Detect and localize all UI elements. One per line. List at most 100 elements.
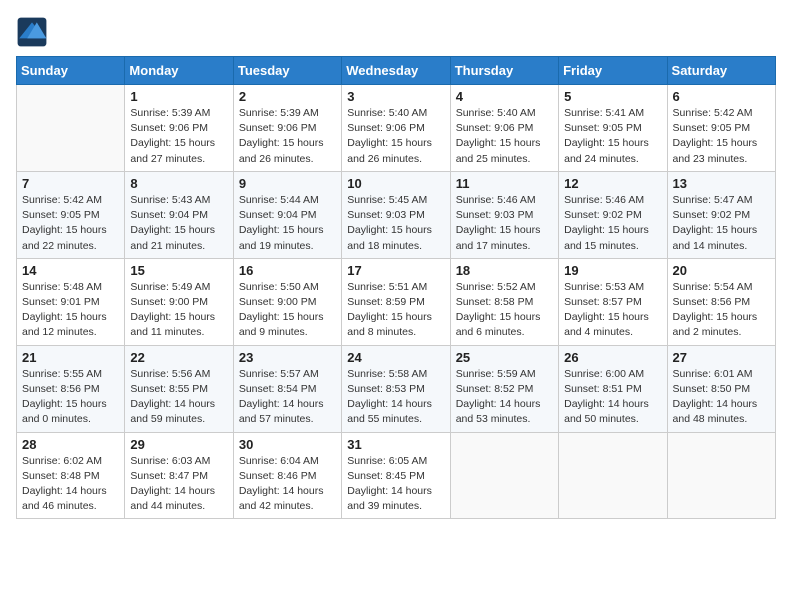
cell-info: Sunrise: 6:01 AM Sunset: 8:50 PM Dayligh… — [673, 367, 770, 428]
header-sunday: Sunday — [17, 57, 125, 85]
cell-info: Sunrise: 5:52 AM Sunset: 8:58 PM Dayligh… — [456, 280, 553, 341]
calendar-week-3: 14 Sunrise: 5:48 AM Sunset: 9:01 PM Dayli… — [17, 258, 776, 345]
header-saturday: Saturday — [667, 57, 775, 85]
day-number: 24 — [347, 350, 444, 365]
calendar-cell — [667, 432, 775, 519]
day-number: 26 — [564, 350, 661, 365]
cell-info: Sunrise: 5:53 AM Sunset: 8:57 PM Dayligh… — [564, 280, 661, 341]
calendar-cell: 1 Sunrise: 5:39 AM Sunset: 9:06 PM Daylig… — [125, 85, 233, 172]
cell-info: Sunrise: 5:43 AM Sunset: 9:04 PM Dayligh… — [130, 193, 227, 254]
cell-info: Sunrise: 5:41 AM Sunset: 9:05 PM Dayligh… — [564, 106, 661, 167]
cell-info: Sunrise: 5:54 AM Sunset: 8:56 PM Dayligh… — [673, 280, 770, 341]
calendar-cell: 18 Sunrise: 5:52 AM Sunset: 8:58 PM Dayli… — [450, 258, 558, 345]
cell-info: Sunrise: 5:51 AM Sunset: 8:59 PM Dayligh… — [347, 280, 444, 341]
calendar-cell — [450, 432, 558, 519]
logo — [16, 16, 52, 48]
calendar-cell: 25 Sunrise: 5:59 AM Sunset: 8:52 PM Dayli… — [450, 345, 558, 432]
calendar-cell: 7 Sunrise: 5:42 AM Sunset: 9:05 PM Daylig… — [17, 171, 125, 258]
cell-info: Sunrise: 5:58 AM Sunset: 8:53 PM Dayligh… — [347, 367, 444, 428]
calendar-cell: 31 Sunrise: 6:05 AM Sunset: 8:45 PM Dayli… — [342, 432, 450, 519]
day-number: 31 — [347, 437, 444, 452]
day-number: 17 — [347, 263, 444, 278]
cell-info: Sunrise: 6:05 AM Sunset: 8:45 PM Dayligh… — [347, 454, 444, 515]
calendar-cell: 4 Sunrise: 5:40 AM Sunset: 9:06 PM Daylig… — [450, 85, 558, 172]
day-number: 3 — [347, 89, 444, 104]
cell-info: Sunrise: 5:46 AM Sunset: 9:02 PM Dayligh… — [564, 193, 661, 254]
calendar-cell: 21 Sunrise: 5:55 AM Sunset: 8:56 PM Dayli… — [17, 345, 125, 432]
cell-info: Sunrise: 5:46 AM Sunset: 9:03 PM Dayligh… — [456, 193, 553, 254]
day-number: 4 — [456, 89, 553, 104]
cell-info: Sunrise: 5:49 AM Sunset: 9:00 PM Dayligh… — [130, 280, 227, 341]
cell-info: Sunrise: 6:02 AM Sunset: 8:48 PM Dayligh… — [22, 454, 119, 515]
day-number: 21 — [22, 350, 119, 365]
calendar-cell: 28 Sunrise: 6:02 AM Sunset: 8:48 PM Dayli… — [17, 432, 125, 519]
day-number: 22 — [130, 350, 227, 365]
cell-info: Sunrise: 5:50 AM Sunset: 9:00 PM Dayligh… — [239, 280, 336, 341]
day-number: 18 — [456, 263, 553, 278]
day-number: 2 — [239, 89, 336, 104]
day-number: 30 — [239, 437, 336, 452]
calendar-cell: 6 Sunrise: 5:42 AM Sunset: 9:05 PM Daylig… — [667, 85, 775, 172]
cell-info: Sunrise: 5:48 AM Sunset: 9:01 PM Dayligh… — [22, 280, 119, 341]
cell-info: Sunrise: 5:40 AM Sunset: 9:06 PM Dayligh… — [347, 106, 444, 167]
logo-icon — [16, 16, 48, 48]
day-number: 11 — [456, 176, 553, 191]
calendar-cell: 19 Sunrise: 5:53 AM Sunset: 8:57 PM Dayli… — [559, 258, 667, 345]
calendar-cell: 16 Sunrise: 5:50 AM Sunset: 9:00 PM Dayli… — [233, 258, 341, 345]
calendar-cell: 23 Sunrise: 5:57 AM Sunset: 8:54 PM Dayli… — [233, 345, 341, 432]
cell-info: Sunrise: 5:40 AM Sunset: 9:06 PM Dayligh… — [456, 106, 553, 167]
calendar-week-5: 28 Sunrise: 6:02 AM Sunset: 8:48 PM Dayli… — [17, 432, 776, 519]
calendar-cell — [17, 85, 125, 172]
cell-info: Sunrise: 5:39 AM Sunset: 9:06 PM Dayligh… — [130, 106, 227, 167]
day-number: 8 — [130, 176, 227, 191]
calendar-header-row: SundayMondayTuesdayWednesdayThursdayFrid… — [17, 57, 776, 85]
calendar-cell: 22Sunrise: 5:56 AM Sunset: 8:55 PM Dayli… — [125, 345, 233, 432]
header-monday: Monday — [125, 57, 233, 85]
day-number: 29 — [130, 437, 227, 452]
calendar-cell — [559, 432, 667, 519]
cell-info: Sunrise: 6:00 AM Sunset: 8:51 PM Dayligh… — [564, 367, 661, 428]
cell-info: Sunrise: 5:47 AM Sunset: 9:02 PM Dayligh… — [673, 193, 770, 254]
day-number: 23 — [239, 350, 336, 365]
day-number: 28 — [22, 437, 119, 452]
cell-info: Sunrise: 5:59 AM Sunset: 8:52 PM Dayligh… — [456, 367, 553, 428]
cell-info: Sunrise: 6:03 AM Sunset: 8:47 PM Dayligh… — [130, 454, 227, 515]
day-number: 16 — [239, 263, 336, 278]
day-number: 7 — [22, 176, 119, 191]
day-number: 20 — [673, 263, 770, 278]
calendar-cell: 12 Sunrise: 5:46 AM Sunset: 9:02 PM Dayli… — [559, 171, 667, 258]
calendar-cell: 2 Sunrise: 5:39 AM Sunset: 9:06 PM Daylig… — [233, 85, 341, 172]
header-wednesday: Wednesday — [342, 57, 450, 85]
cell-info: Sunrise: 5:42 AM Sunset: 9:05 PM Dayligh… — [22, 193, 119, 254]
cell-info: Sunrise: 5:55 AM Sunset: 8:56 PM Dayligh… — [22, 367, 119, 428]
cell-info: Sunrise: 5:42 AM Sunset: 9:05 PM Dayligh… — [673, 106, 770, 167]
day-number: 19 — [564, 263, 661, 278]
day-number: 14 — [22, 263, 119, 278]
calendar-cell: 27Sunrise: 6:01 AM Sunset: 8:50 PM Dayli… — [667, 345, 775, 432]
calendar-cell: 20 Sunrise: 5:54 AM Sunset: 8:56 PM Dayli… — [667, 258, 775, 345]
cell-info: Sunrise: 5:39 AM Sunset: 9:06 PM Dayligh… — [239, 106, 336, 167]
day-number: 25 — [456, 350, 553, 365]
calendar-cell: 5 Sunrise: 5:41 AM Sunset: 9:05 PM Daylig… — [559, 85, 667, 172]
cell-info: Sunrise: 5:44 AM Sunset: 9:04 PM Dayligh… — [239, 193, 336, 254]
calendar-cell: 8 Sunrise: 5:43 AM Sunset: 9:04 PM Daylig… — [125, 171, 233, 258]
calendar-cell: 29 Sunrise: 6:03 AM Sunset: 8:47 PM Dayli… — [125, 432, 233, 519]
cell-info: Sunrise: 5:57 AM Sunset: 8:54 PM Dayligh… — [239, 367, 336, 428]
day-number: 1 — [130, 89, 227, 104]
calendar-cell: 26 Sunrise: 6:00 AM Sunset: 8:51 PM Dayli… — [559, 345, 667, 432]
calendar-week-2: 7 Sunrise: 5:42 AM Sunset: 9:05 PM Daylig… — [17, 171, 776, 258]
calendar-cell: 14 Sunrise: 5:48 AM Sunset: 9:01 PM Dayli… — [17, 258, 125, 345]
day-number: 12 — [564, 176, 661, 191]
day-number: 10 — [347, 176, 444, 191]
calendar-cell: 30Sunrise: 6:04 AM Sunset: 8:46 PM Dayli… — [233, 432, 341, 519]
page-header — [16, 16, 776, 48]
day-number: 6 — [673, 89, 770, 104]
day-number: 13 — [673, 176, 770, 191]
cell-info: Sunrise: 5:45 AM Sunset: 9:03 PM Dayligh… — [347, 193, 444, 254]
day-number: 5 — [564, 89, 661, 104]
calendar-table: SundayMondayTuesdayWednesdayThursdayFrid… — [16, 56, 776, 519]
header-tuesday: Tuesday — [233, 57, 341, 85]
calendar-cell: 24 Sunrise: 5:58 AM Sunset: 8:53 PM Dayli… — [342, 345, 450, 432]
calendar-cell: 13 Sunrise: 5:47 AM Sunset: 9:02 PM Dayli… — [667, 171, 775, 258]
calendar-cell: 10 Sunrise: 5:45 AM Sunset: 9:03 PM Dayli… — [342, 171, 450, 258]
